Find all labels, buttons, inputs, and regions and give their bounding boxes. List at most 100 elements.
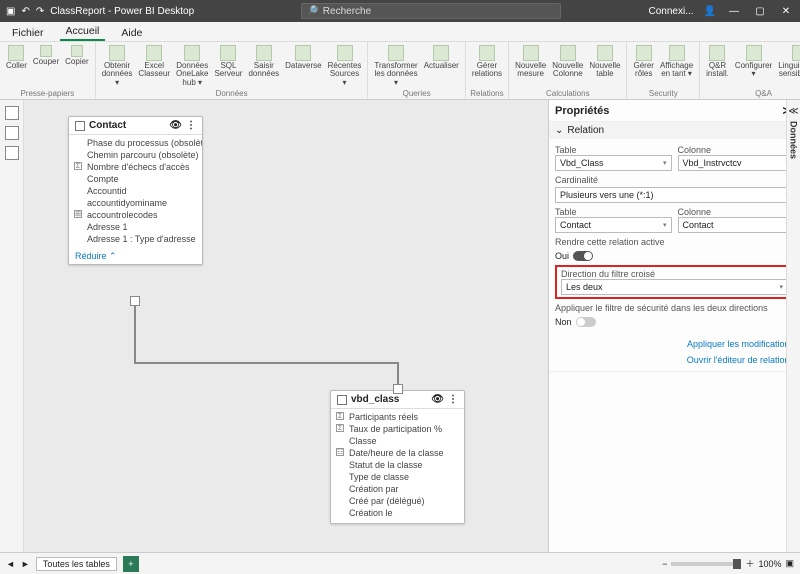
ribbon-button[interactable]: Données OneLake hub ▾: [174, 44, 210, 88]
table-field[interactable]: Compte: [73, 173, 198, 185]
table-field[interactable]: Accountid: [73, 185, 198, 197]
table-field[interactable]: ΣParticipants réels: [335, 411, 460, 423]
user-icon[interactable]: 👤: [704, 6, 716, 17]
drop-cardinality[interactable]: Plusieurs vers une (*:1)▾: [555, 187, 794, 203]
table-icon: [75, 121, 85, 131]
menu-file[interactable]: Fichier: [6, 25, 50, 41]
data-tab-rail[interactable]: ≪ Données: [786, 100, 800, 552]
drop-col2[interactable]: Contact▾: [678, 217, 795, 233]
eye-icon[interactable]: 👁: [431, 394, 444, 405]
ribbon-label: Saisir données: [248, 62, 279, 79]
eye-icon[interactable]: 👁: [169, 120, 182, 131]
relation-endpoint[interactable]: [393, 384, 403, 394]
relation-line[interactable]: [134, 302, 136, 362]
ribbon-button[interactable]: Coller: [4, 44, 29, 71]
section-relation[interactable]: ⌄ Relation: [549, 122, 800, 139]
zoom-out-icon[interactable]: −: [662, 559, 667, 569]
footer: ◄ ► Toutes les tables + − ＋ 100% ▣: [0, 552, 800, 574]
ribbon-button[interactable]: SQL Serveur: [212, 44, 244, 88]
menu-home[interactable]: Accueil: [60, 23, 106, 41]
report-view-icon[interactable]: [5, 106, 19, 120]
relation-endpoint[interactable]: [130, 296, 140, 306]
ribbon-button[interactable]: Nouvelle Colonne: [550, 44, 585, 80]
label-cardinality: Cardinalité: [555, 175, 794, 185]
more-icon[interactable]: ⋮: [186, 120, 196, 131]
page-tab[interactable]: Toutes les tables: [36, 557, 117, 571]
table-field[interactable]: Adresse 1 : Type d'adresse: [73, 233, 198, 245]
undo-icon[interactable]: ↶: [21, 6, 29, 17]
ribbon-label: Linguistique sensibilité ▾: [778, 62, 800, 79]
drop-table1[interactable]: Vbd_Class▾: [555, 155, 672, 171]
table-field[interactable]: Créé par (délégué): [335, 495, 460, 507]
model-view-icon[interactable]: [5, 146, 19, 160]
ribbon-button[interactable]: Configurer ▾: [733, 44, 774, 80]
properties-pane: Propriétés ≫ ⌄ Relation Table Vbd_Class▾…: [548, 100, 800, 552]
global-search[interactable]: 🔎 Recherche: [301, 3, 561, 19]
data-view-icon[interactable]: [5, 126, 19, 140]
ribbon-button[interactable]: Nouvelle table: [587, 44, 622, 80]
table-field[interactable]: Phase du processus (obsolète): [73, 137, 198, 149]
table-field[interactable]: Statut de la classe: [335, 459, 460, 471]
ribbon-button[interactable]: Copier: [63, 44, 91, 71]
ribbon-button[interactable]: Couper: [31, 44, 61, 71]
apply-changes-link[interactable]: Appliquer les modifications: [555, 337, 794, 351]
close-button[interactable]: ✕: [778, 6, 794, 17]
add-page-button[interactable]: +: [123, 556, 139, 572]
table-field[interactable]: Création par: [335, 483, 460, 495]
table-card-contact[interactable]: Contact 👁 ⋮ Phase du processus (obsolète…: [68, 116, 203, 265]
ribbon-button[interactable]: Actualiser: [422, 44, 461, 88]
toggle-sec-filter[interactable]: Non: [555, 317, 794, 327]
table-field[interactable]: Adresse 1: [73, 221, 198, 233]
minimize-button[interactable]: —: [726, 6, 742, 17]
ribbon-button[interactable]: Récentes Sources ▾: [326, 44, 364, 88]
drop-cross-filter[interactable]: Les deux▾: [561, 279, 788, 295]
table-field[interactable]: Chemin parcouru (obsolète): [73, 149, 198, 161]
menu-help[interactable]: Aide: [115, 25, 148, 41]
open-editor-link[interactable]: Ouvrir l'éditeur de relations: [555, 353, 794, 367]
table-field[interactable]: ΣTaux de participation %: [335, 423, 460, 435]
table-field[interactable]: ⊞accountrolecodes: [73, 209, 198, 221]
ribbon-button[interactable]: Obtenir données ▾: [100, 44, 135, 88]
zoom-control[interactable]: − ＋ 100% ▣: [662, 557, 794, 570]
ribbon-icon: [792, 45, 800, 61]
ribbon-button[interactable]: Dataverse: [283, 44, 323, 88]
ribbon: CollerCouperCopierPresse-papiersObtenir …: [0, 42, 800, 100]
save-icon[interactable]: ▣: [6, 6, 15, 17]
table-field[interactable]: ΣNombre d'échecs d'accès: [73, 161, 198, 173]
zoom-slider[interactable]: [671, 562, 741, 566]
table-field[interactable]: accountidyominame: [73, 197, 198, 209]
toggle-active[interactable]: Oui: [555, 251, 794, 261]
ribbon-button[interactable]: Nouvelle mesure: [513, 44, 548, 80]
ribbon-icon: [523, 45, 539, 61]
ribbon-button[interactable]: Q&R install.: [704, 44, 731, 80]
drop-col1[interactable]: Vbd_Instrvctcv▾: [678, 155, 795, 171]
ribbon-group: Obtenir données ▾Excel ClasseurDonnées O…: [96, 42, 369, 99]
collapse-link[interactable]: Réduire ⌃: [69, 249, 202, 264]
ribbon-label: Actualiser: [424, 62, 459, 70]
table-card-vbdclass[interactable]: vbd_class 👁 ⋮ ΣParticipants réelsΣTaux d…: [330, 390, 465, 524]
table-field[interactable]: Création le: [335, 507, 460, 519]
tab-prev-icon[interactable]: ◄: [6, 559, 15, 569]
chevron-down-icon: ⌄: [555, 125, 563, 136]
tab-next-icon[interactable]: ►: [21, 559, 30, 569]
signin-label[interactable]: Connexi...: [649, 6, 694, 17]
maximize-button[interactable]: ▢: [752, 6, 768, 17]
drop-table2[interactable]: Contact▾: [555, 217, 672, 233]
zoom-in-icon[interactable]: ＋: [745, 557, 754, 570]
ribbon-button[interactable]: Affichage en tant ▾: [658, 44, 695, 80]
ribbon-button[interactable]: Gérer rôles: [631, 44, 655, 80]
chevron-left-icon[interactable]: ≪: [788, 106, 798, 117]
relation-line[interactable]: [134, 362, 399, 364]
table-field[interactable]: ☷Date/heure de la classe: [335, 447, 460, 459]
ribbon-button[interactable]: Saisir données: [246, 44, 281, 88]
ribbon-button[interactable]: Excel Classeur: [136, 44, 172, 88]
ribbon-button[interactable]: Transformer les données ▾: [372, 44, 419, 88]
redo-icon[interactable]: ↷: [36, 6, 44, 17]
table-field[interactable]: Type de classe: [335, 471, 460, 483]
fit-icon[interactable]: ▣: [785, 558, 794, 569]
ribbon-button[interactable]: Gérer relations: [470, 44, 504, 80]
model-canvas[interactable]: Contact 👁 ⋮ Phase du processus (obsolète…: [24, 100, 548, 552]
more-icon[interactable]: ⋮: [448, 394, 458, 405]
ribbon-button[interactable]: Linguistique sensibilité ▾: [776, 44, 800, 80]
table-field[interactable]: Classe: [335, 435, 460, 447]
